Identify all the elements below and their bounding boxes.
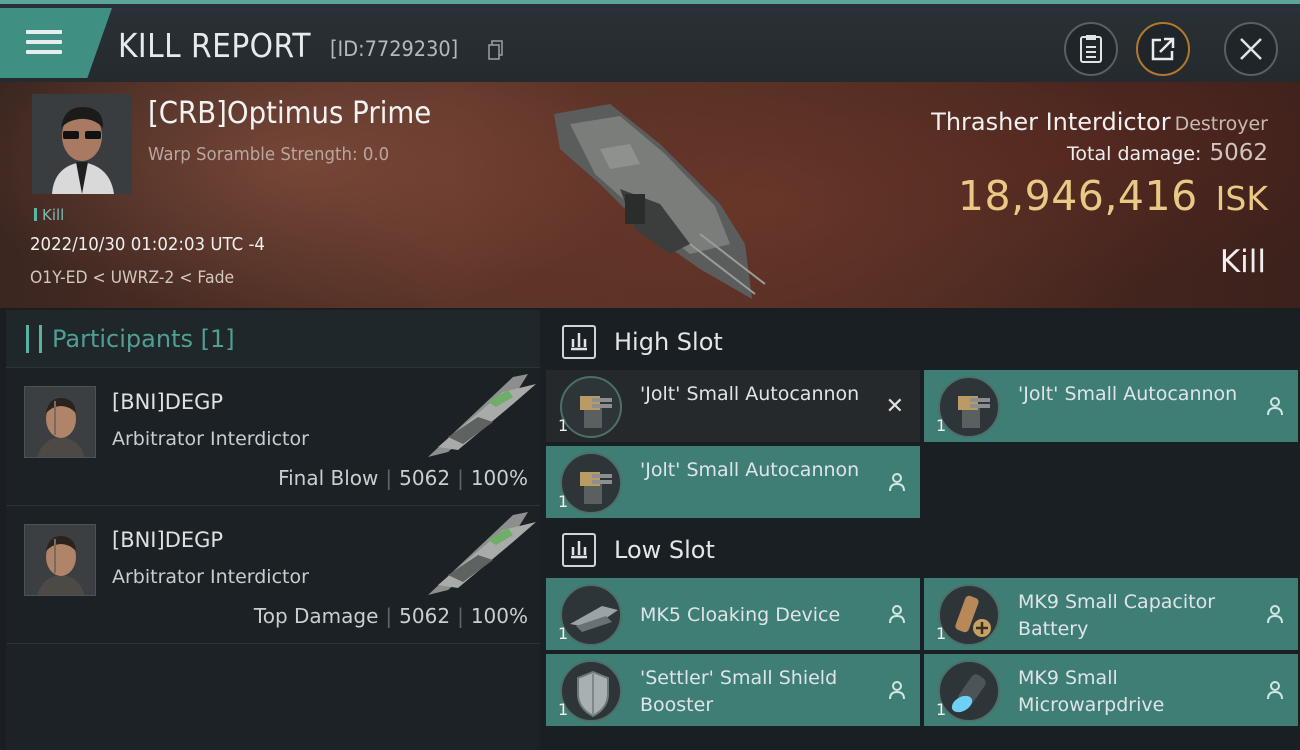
module-name: 'Settler' Small Shield Booster	[640, 667, 838, 716]
module-item[interactable]: 1 'Jolt' Small Autocannon	[924, 370, 1298, 442]
isk-value: 18,946,416 ISK	[957, 172, 1268, 220]
clipboard-icon	[1080, 35, 1102, 63]
module-name: MK9 Small Capacitor Battery	[1018, 591, 1216, 640]
kill-report-header: KILL REPORT [ID:7729230]	[0, 0, 1300, 82]
participant-stats: Top Damage | 5062 | 100%	[253, 604, 528, 628]
module-quantity: 1	[558, 492, 569, 511]
participant-name[interactable]: [BNI]DEGP	[112, 390, 223, 414]
participant-avatar[interactable]	[24, 386, 96, 458]
close-icon	[1240, 38, 1262, 60]
module-quantity: 1	[558, 416, 569, 435]
fitting-slots-panel: High Slot 1 'Jolt' Small Autocannon ✕ 1 …	[540, 310, 1300, 750]
module-name: 'Jolt' Small Autocannon	[640, 459, 860, 481]
module-item[interactable]: 1 MK5 Cloaking Device	[546, 578, 920, 650]
report-id: [ID:7729230]	[330, 37, 459, 61]
module-quantity: 1	[936, 624, 947, 643]
close-button[interactable]	[1224, 22, 1278, 76]
participants-header: Participants [1]	[6, 310, 540, 368]
module-item[interactable]: 1 'Jolt' Small Autocannon ✕	[546, 370, 920, 442]
participant-ship: Arbitrator Interdictor	[112, 566, 309, 588]
module-item[interactable]: 1 'Jolt' Small Autocannon	[546, 446, 920, 518]
ship-class: Destroyer	[1174, 113, 1268, 135]
share-icon	[1151, 37, 1175, 61]
shield-booster-icon	[560, 660, 622, 722]
participant-row[interactable]: [BNI]DEGP Arbitrator Interdictor Final B…	[6, 368, 540, 506]
participant-ship-image[interactable]	[418, 510, 538, 600]
cloaking-device-icon	[560, 584, 622, 646]
destroyed-icon: ✕	[885, 394, 904, 419]
module-item[interactable]: 1 'Settler' Small Shield Booster	[546, 654, 920, 726]
menu-button[interactable]	[0, 8, 112, 78]
module-name: MK9 Small Microwarpdrive	[1018, 667, 1165, 716]
autocannon-icon	[560, 452, 622, 514]
module-item[interactable]: 1 MK9 Small Capacitor Battery	[924, 578, 1298, 650]
participant-avatar[interactable]	[24, 524, 96, 596]
dropped-person-icon	[1267, 605, 1283, 624]
module-quantity: 1	[936, 700, 947, 719]
module-item[interactable]: 1 MK9 Small Microwarpdrive	[924, 654, 1298, 726]
participant-stats: Final Blow | 5062 | 100%	[278, 466, 528, 490]
participants-count: [1]	[200, 324, 235, 353]
autocannon-icon	[560, 376, 622, 438]
kill-tag: Kill	[34, 206, 64, 224]
dropped-person-icon	[889, 681, 905, 700]
victim-name[interactable]: [CRB]Optimus Prime	[148, 96, 431, 131]
total-damage-value: 5062	[1209, 140, 1268, 166]
participants-panel: Participants [1] [BNI]DEGP Arbitrator In…	[6, 310, 540, 750]
capacitor-battery-icon	[938, 584, 1000, 646]
participant-percent: 100%	[470, 604, 528, 628]
autocannon-icon	[938, 376, 1000, 438]
clipboard-button[interactable]	[1064, 22, 1118, 76]
victim-avatar[interactable]	[32, 94, 132, 194]
participant-ship: Arbitrator Interdictor	[112, 428, 309, 450]
menu-icon	[26, 30, 62, 58]
dropped-person-icon	[1267, 681, 1283, 700]
kill-datetime: 2022/10/30 01:02:03 UTC -4	[30, 234, 265, 255]
module-quantity: 1	[558, 624, 569, 643]
victim-banner: [CRB]Optimus Prime Warp Soramble Strengt…	[0, 82, 1300, 308]
dropped-person-icon	[889, 473, 905, 492]
kill-location[interactable]: O1Y-ED < UWRZ-2 < Fade	[30, 268, 234, 288]
module-name: MK5 Cloaking Device	[640, 604, 841, 626]
page-title: KILL REPORT	[118, 26, 312, 65]
dropped-person-icon	[889, 605, 905, 624]
low-slot-header: Low Slot	[548, 522, 715, 578]
high-slot-header: High Slot	[548, 314, 723, 370]
participant-damage: 5062	[399, 604, 451, 628]
module-name: 'Jolt' Small Autocannon	[640, 383, 860, 405]
low-slot-icon	[562, 533, 596, 567]
microwarpdrive-icon	[938, 660, 1000, 722]
top-damage-label: Top Damage	[253, 604, 379, 628]
participant-row[interactable]: [BNI]DEGP Arbitrator Interdictor Top Dam…	[6, 506, 540, 644]
victim-ship-image[interactable]	[540, 94, 770, 304]
module-quantity: 1	[558, 700, 569, 719]
victim-ship-name[interactable]: Thrasher Interdictor Destroyer	[931, 108, 1268, 136]
isk-unit: ISK	[1215, 179, 1268, 218]
copy-icon[interactable]	[488, 40, 504, 60]
total-damage: Total damage: 5062	[1067, 140, 1268, 166]
participant-name[interactable]: [BNI]DEGP	[112, 528, 223, 552]
dropped-person-icon	[1267, 397, 1283, 416]
module-quantity: 1	[936, 416, 947, 435]
warp-scramble-strength: Warp Soramble Strength: 0.0	[148, 144, 390, 165]
share-button[interactable]	[1136, 22, 1190, 76]
participant-percent: 100%	[470, 466, 528, 490]
module-name: 'Jolt' Small Autocannon	[1018, 383, 1238, 405]
participant-ship-image[interactable]	[418, 372, 538, 462]
participant-damage: 5062	[399, 466, 451, 490]
high-slot-icon	[562, 325, 596, 359]
kill-result: Kill	[1219, 244, 1266, 280]
final-blow-label: Final Blow	[278, 466, 379, 490]
